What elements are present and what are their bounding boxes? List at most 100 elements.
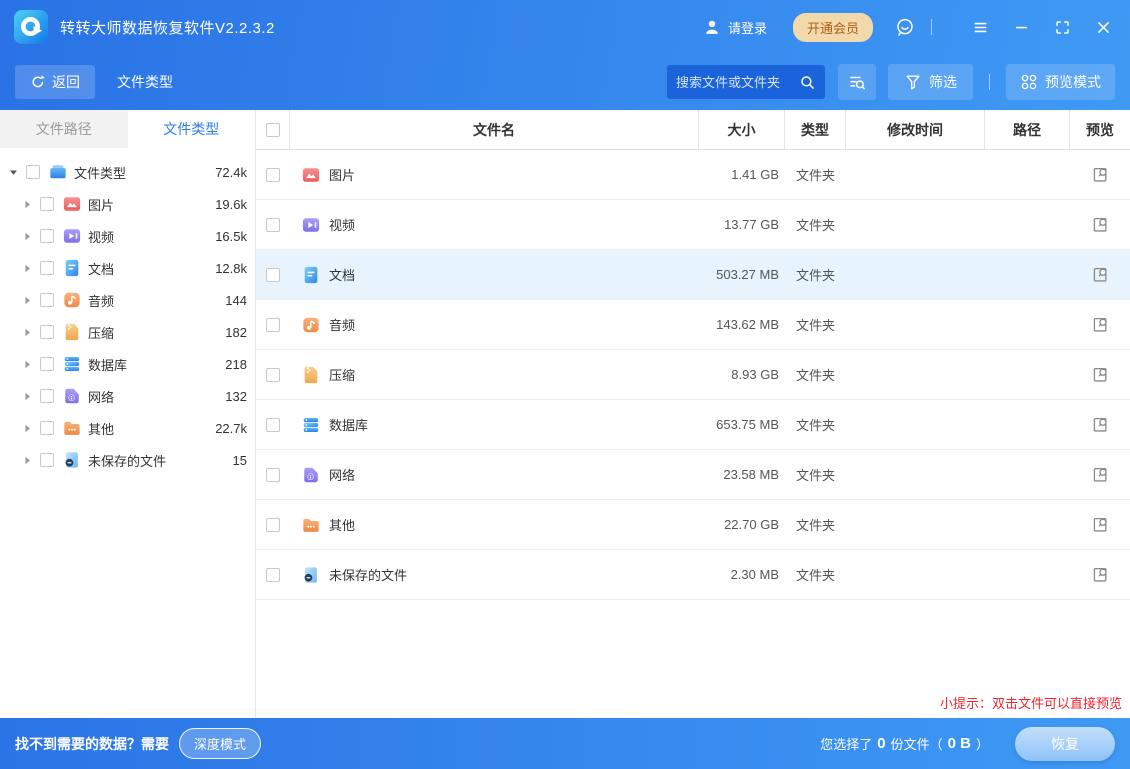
customer-service-icon[interactable]: [895, 17, 915, 37]
filter-button[interactable]: 筛选: [888, 64, 973, 100]
search-icon[interactable]: [799, 74, 816, 91]
network-icon: [63, 387, 81, 405]
preview-icon[interactable]: [1091, 265, 1110, 284]
tree-checkbox[interactable]: [40, 261, 54, 275]
tree-item-images[interactable]: 图片 19.6k: [0, 188, 255, 220]
search-box[interactable]: [667, 65, 825, 99]
tree-item-archives[interactable]: 压缩 182: [0, 316, 255, 348]
tab-file-type[interactable]: 文件类型: [128, 110, 256, 148]
login-button[interactable]: 请登录: [703, 18, 767, 37]
preview-mode-button[interactable]: 预览模式: [1006, 64, 1115, 100]
selected-count: 0: [877, 735, 885, 752]
row-checkbox[interactable]: [266, 418, 280, 432]
selection-suffix: ）: [976, 734, 989, 753]
database-icon: [302, 416, 320, 434]
tree-checkbox[interactable]: [40, 453, 54, 467]
tree-item-file-types[interactable]: 文件类型 72.4k: [0, 156, 255, 188]
caret-right-icon[interactable]: [22, 295, 33, 306]
row-checkbox[interactable]: [266, 168, 280, 182]
table-row-documents[interactable]: 文档 503.27 MB 文件夹: [256, 250, 1130, 300]
tree-item-other[interactable]: 其他 22.7k: [0, 412, 255, 444]
file-type: 文件夹: [785, 415, 846, 434]
table-row-other[interactable]: 其他 22.70 GB 文件夹: [256, 500, 1130, 550]
file-name: 压缩: [329, 365, 355, 384]
minimize-icon[interactable]: [1013, 19, 1030, 36]
row-checkbox[interactable]: [266, 518, 280, 532]
tree-checkbox[interactable]: [40, 229, 54, 243]
tree-count: 22.7k: [215, 421, 247, 436]
back-button[interactable]: 返回: [15, 65, 95, 99]
open-vip-button[interactable]: 开通会员: [793, 13, 873, 42]
header-type[interactable]: 类型: [785, 110, 846, 149]
tree-checkbox[interactable]: [40, 421, 54, 435]
tree-item-videos[interactable]: 视频 16.5k: [0, 220, 255, 252]
caret-right-icon[interactable]: [22, 423, 33, 434]
preview-icon[interactable]: [1091, 165, 1110, 184]
table-row-unsaved[interactable]: 未保存的文件 2.30 MB 文件夹: [256, 550, 1130, 600]
video-icon: [63, 227, 81, 245]
table-row-audio[interactable]: 音频 143.62 MB 文件夹: [256, 300, 1130, 350]
tree-item-databases[interactable]: 数据库 218: [0, 348, 255, 380]
titlebar: 转转大师数据恢复软件V2.2.3.2 请登录 开通会员: [0, 0, 1130, 54]
row-checkbox[interactable]: [266, 268, 280, 282]
caret-right-icon[interactable]: [22, 359, 33, 370]
table-row-archives[interactable]: 压缩 8.93 GB 文件夹: [256, 350, 1130, 400]
caret-right-icon[interactable]: [22, 455, 33, 466]
header-name[interactable]: 文件名: [290, 110, 699, 149]
other-icon: [63, 419, 81, 437]
file-type: 文件夹: [785, 515, 846, 534]
header-modified[interactable]: 修改时间: [846, 110, 985, 149]
file-name: 未保存的文件: [329, 565, 407, 584]
preview-icon[interactable]: [1091, 565, 1110, 584]
row-checkbox[interactable]: [266, 368, 280, 382]
search-input[interactable]: [676, 75, 799, 90]
list-search-button[interactable]: [838, 64, 876, 100]
tree-checkbox[interactable]: [40, 293, 54, 307]
row-checkbox[interactable]: [266, 318, 280, 332]
video-icon: [302, 216, 320, 234]
tree-checkbox[interactable]: [40, 389, 54, 403]
row-checkbox[interactable]: [266, 218, 280, 232]
row-checkbox[interactable]: [266, 568, 280, 582]
tree-item-documents[interactable]: 文档 12.8k: [0, 252, 255, 284]
preview-icon[interactable]: [1091, 465, 1110, 484]
tree-item-network[interactable]: 网络 132: [0, 380, 255, 412]
tree-count: 16.5k: [215, 229, 247, 244]
caret-down-icon[interactable]: [8, 167, 19, 178]
recover-button[interactable]: 恢复: [1015, 727, 1115, 761]
preview-icon[interactable]: [1091, 215, 1110, 234]
caret-right-icon[interactable]: [22, 263, 33, 274]
tree-checkbox[interactable]: [40, 357, 54, 371]
table-row-network[interactable]: 网络 23.58 MB 文件夹: [256, 450, 1130, 500]
tree-checkbox[interactable]: [40, 325, 54, 339]
tree-checkbox[interactable]: [40, 197, 54, 211]
close-icon[interactable]: [1095, 19, 1112, 36]
deep-mode-button[interactable]: 深度模式: [179, 728, 261, 759]
tab-file-path[interactable]: 文件路径: [0, 110, 128, 148]
row-checkbox[interactable]: [266, 468, 280, 482]
file-size: 22.70 GB: [699, 517, 785, 532]
preview-icon[interactable]: [1091, 515, 1110, 534]
select-all-checkbox[interactable]: [266, 123, 280, 137]
header-size[interactable]: 大小: [699, 110, 785, 149]
tree-label: 文件类型: [74, 163, 126, 182]
preview-icon[interactable]: [1091, 365, 1110, 384]
table-row-images[interactable]: 图片 1.41 GB 文件夹: [256, 150, 1130, 200]
caret-right-icon[interactable]: [22, 231, 33, 242]
caret-right-icon[interactable]: [22, 391, 33, 402]
header-preview[interactable]: 预览: [1070, 110, 1130, 149]
table-row-databases[interactable]: 数据库 653.75 MB 文件夹: [256, 400, 1130, 450]
table-row-videos[interactable]: 视频 13.77 GB 文件夹: [256, 200, 1130, 250]
maximize-icon[interactable]: [1054, 19, 1071, 36]
caret-right-icon[interactable]: [22, 199, 33, 210]
header-path[interactable]: 路径: [985, 110, 1070, 149]
preview-icon[interactable]: [1091, 315, 1110, 334]
caret-right-icon[interactable]: [22, 327, 33, 338]
preview-icon[interactable]: [1091, 415, 1110, 434]
tree-checkbox[interactable]: [26, 165, 40, 179]
file-size: 8.93 GB: [699, 367, 785, 382]
tree-item-unsaved[interactable]: 未保存的文件 15: [0, 444, 255, 476]
menu-icon[interactable]: [972, 19, 989, 36]
tree-item-audio[interactable]: 音频 144: [0, 284, 255, 316]
tree-count: 72.4k: [215, 165, 247, 180]
